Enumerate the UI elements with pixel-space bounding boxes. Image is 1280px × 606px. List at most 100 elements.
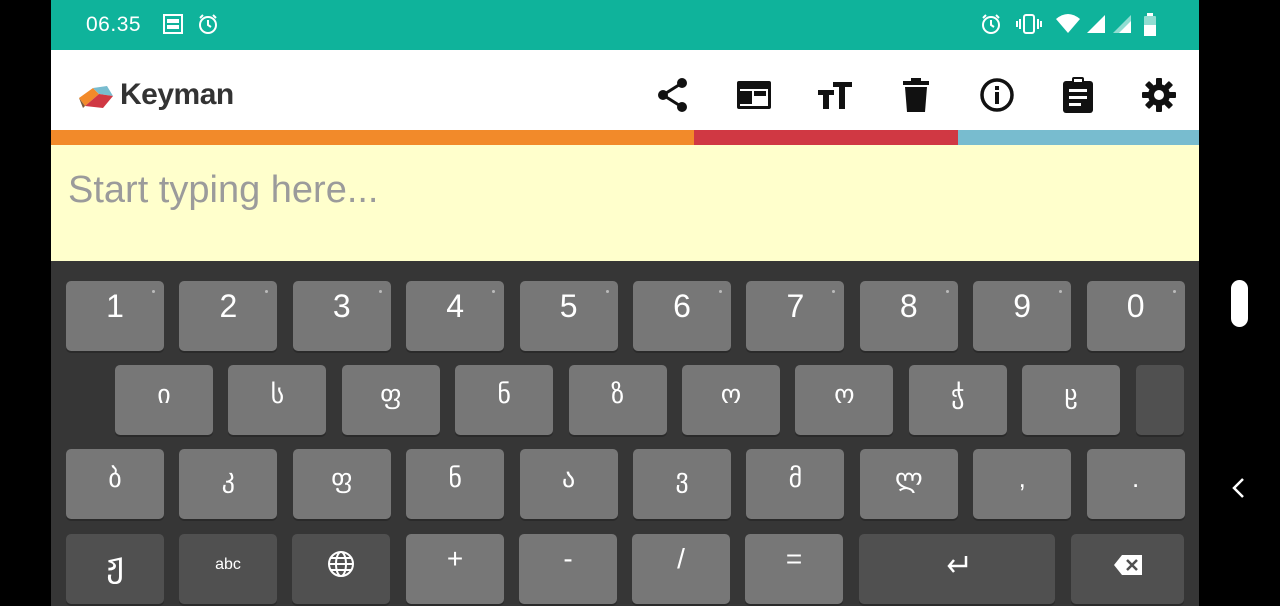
key-row2-1[interactable]: ი bbox=[115, 365, 213, 435]
keyboard-layout-key[interactable]: ჟ bbox=[66, 534, 164, 604]
minus-key[interactable]: - bbox=[519, 534, 617, 604]
abc-key-label: abc bbox=[215, 556, 241, 573]
slash-key[interactable]: / bbox=[632, 534, 730, 604]
key-label: ვ bbox=[675, 462, 689, 493]
long-press-dot bbox=[605, 290, 609, 293]
share-icon bbox=[656, 77, 690, 117]
text-size-button[interactable] bbox=[815, 77, 855, 117]
key-row1-7[interactable]: 7 bbox=[746, 281, 845, 351]
chevron-left-icon[interactable] bbox=[1228, 476, 1250, 504]
clear-text-button[interactable] bbox=[896, 77, 936, 117]
key-row3-7[interactable]: მ bbox=[746, 449, 845, 519]
key-row1-4[interactable]: 4 bbox=[406, 281, 505, 351]
key-label: ნ bbox=[497, 378, 511, 409]
key-label: 0 bbox=[1126, 287, 1145, 324]
key-row3-9[interactable]: , bbox=[973, 449, 1072, 519]
alarm-icon bbox=[197, 13, 219, 39]
key-label: ფ bbox=[331, 462, 353, 493]
share-button[interactable] bbox=[653, 77, 693, 117]
key-row2-6[interactable]: ო bbox=[682, 365, 780, 435]
signal-icon bbox=[1111, 13, 1133, 39]
globe-key[interactable] bbox=[292, 534, 390, 604]
key-row2-3[interactable]: ფ bbox=[341, 365, 440, 435]
text-size-icon bbox=[817, 80, 853, 114]
key-row3-6[interactable]: ვ bbox=[633, 449, 731, 519]
key-row3-1[interactable]: ბ bbox=[66, 449, 164, 519]
key-row1-8[interactable]: 8 bbox=[859, 281, 958, 351]
color-stripe-blue bbox=[958, 130, 1199, 145]
scroll-handle[interactable] bbox=[1231, 280, 1248, 327]
web-browser-button[interactable] bbox=[734, 77, 774, 117]
key-label: ო bbox=[720, 378, 742, 409]
key-label: 1 bbox=[106, 287, 124, 324]
key-row2-10[interactable] bbox=[1135, 365, 1184, 435]
vibrate-icon bbox=[1015, 13, 1043, 39]
key-row1-5[interactable]: 5 bbox=[519, 281, 618, 351]
key-label: ფ bbox=[380, 378, 402, 409]
key-row2-4[interactable]: ნ bbox=[455, 365, 554, 435]
abc-key[interactable]: abc bbox=[179, 534, 277, 604]
key-label: ნ bbox=[448, 462, 462, 493]
key-label: 8 bbox=[899, 287, 918, 324]
equals-key-label: = bbox=[785, 543, 803, 574]
plus-key-label: + bbox=[446, 543, 464, 574]
text-editor[interactable]: Start typing here... bbox=[51, 145, 1199, 261]
key-label: მ bbox=[788, 462, 803, 493]
alarm-icon bbox=[980, 13, 1002, 39]
plus-key[interactable]: + bbox=[406, 534, 504, 604]
key-row3-2[interactable]: კ bbox=[179, 449, 278, 519]
key-label: ჸ bbox=[1064, 378, 1078, 409]
long-press-dot bbox=[1059, 290, 1063, 293]
equals-key[interactable]: = bbox=[745, 534, 843, 604]
app-title: Keyman bbox=[120, 78, 234, 111]
enter-key[interactable] bbox=[859, 534, 1055, 604]
backspace-icon bbox=[1113, 554, 1143, 581]
jazz-notification-icon bbox=[162, 13, 184, 39]
key-label: , bbox=[1018, 462, 1026, 493]
key-label: 6 bbox=[673, 287, 691, 324]
globe-icon bbox=[327, 550, 355, 583]
key-row3-8[interactable]: ლ bbox=[859, 449, 958, 519]
key-row2-5[interactable]: ზ bbox=[568, 365, 667, 435]
long-press-dot bbox=[492, 290, 496, 293]
key-row1-1[interactable]: 1 bbox=[66, 281, 164, 351]
key-label: ზ bbox=[611, 378, 625, 409]
enter-icon bbox=[944, 554, 970, 581]
info-button[interactable] bbox=[977, 77, 1017, 117]
key-label: 7 bbox=[786, 287, 805, 324]
key-row1-2[interactable]: 2 bbox=[179, 281, 278, 351]
key-row1-6[interactable]: 6 bbox=[633, 281, 731, 351]
settings-button[interactable] bbox=[1139, 77, 1179, 117]
key-row2-7[interactable]: ო bbox=[795, 365, 894, 435]
key-row1-10[interactable]: 0 bbox=[1086, 281, 1185, 351]
key-label: 4 bbox=[446, 287, 465, 324]
key-row2-8[interactable]: ჭ bbox=[908, 365, 1007, 435]
clipboard-icon bbox=[1062, 77, 1094, 117]
backspace-key[interactable] bbox=[1071, 534, 1184, 604]
key-row3-3[interactable]: ფ bbox=[292, 449, 391, 519]
key-row1-9[interactable]: 9 bbox=[973, 281, 1072, 351]
key-label: ლ bbox=[894, 462, 923, 493]
long-press-dot bbox=[832, 290, 836, 293]
key-row3-5[interactable]: ა bbox=[519, 449, 618, 519]
key-row1-3[interactable]: 3 bbox=[292, 281, 391, 351]
browser-icon bbox=[736, 80, 772, 114]
long-press-dot bbox=[1172, 290, 1176, 293]
key-label: 5 bbox=[559, 287, 578, 324]
editor-placeholder: Start typing here... bbox=[68, 169, 379, 211]
key-label: 9 bbox=[1013, 287, 1032, 324]
device-screen: 06.35 Keyman Start typing here... 1 2 3 … bbox=[51, 0, 1199, 606]
keyboard-layout-key-label: ჟ bbox=[106, 546, 124, 584]
key-row2-2[interactable]: ს bbox=[228, 365, 327, 435]
keyman-logo-icon bbox=[77, 84, 115, 114]
key-label: ჭ bbox=[951, 378, 965, 409]
minus-key-label: - bbox=[563, 543, 573, 574]
key-row3-10[interactable]: . bbox=[1086, 449, 1185, 519]
long-press-dot bbox=[265, 290, 269, 293]
clipboard-button[interactable] bbox=[1058, 77, 1098, 117]
key-row2-9[interactable]: ჸ bbox=[1022, 365, 1121, 435]
signal-icon bbox=[1085, 13, 1107, 39]
key-label: ს bbox=[270, 378, 285, 409]
key-label: 2 bbox=[219, 287, 238, 324]
key-row3-4[interactable]: ნ bbox=[406, 449, 505, 519]
